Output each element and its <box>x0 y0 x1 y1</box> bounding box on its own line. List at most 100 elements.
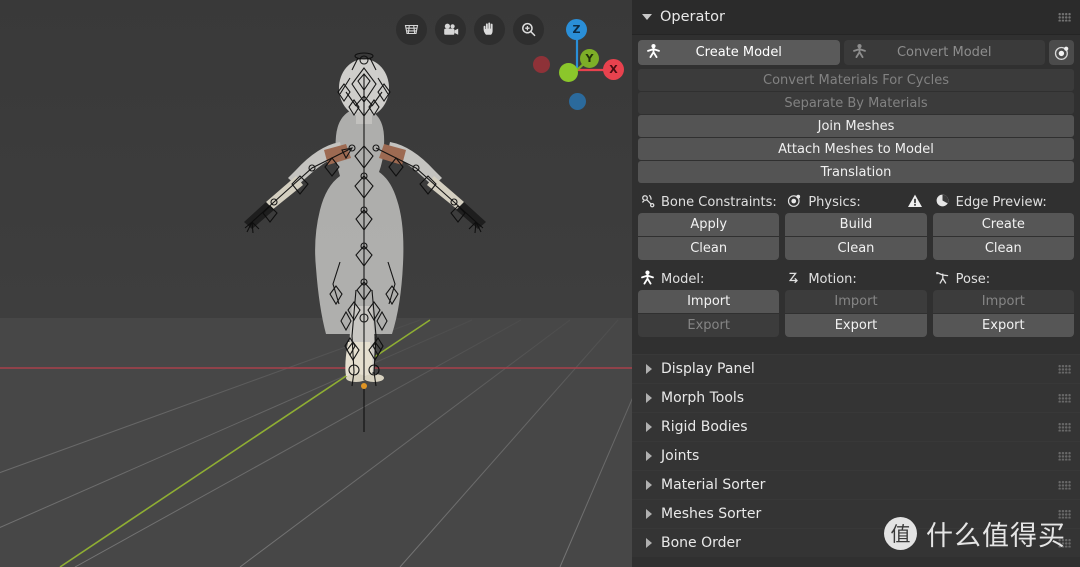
operator-panel-header[interactable]: Operator <box>632 0 1080 35</box>
panel-row-meshes-sorter[interactable]: Meshes Sorter <box>632 499 1080 528</box>
operator-panel-title: Operator <box>660 9 725 25</box>
chevron-right-icon[interactable] <box>646 451 652 461</box>
grip-dots-icon[interactable] <box>1058 480 1071 490</box>
edge-preview-group: Edge Preview: Create Clean <box>932 192 1074 260</box>
chevron-down-icon[interactable] <box>642 14 652 20</box>
viewport-tool-buttons[interactable] <box>396 14 544 45</box>
toggle-orthographic-icon[interactable] <box>396 14 427 45</box>
physics-build-button[interactable]: Build <box>785 213 927 236</box>
3d-viewport[interactable]: Z Y X <box>0 0 632 567</box>
model-import-button[interactable]: Import <box>638 290 780 313</box>
chevron-right-icon[interactable] <box>646 422 652 432</box>
navigation-gizmo[interactable]: Z Y X <box>525 8 632 118</box>
gizmo-axis-neg-y[interactable] <box>559 63 578 82</box>
chevron-right-icon[interactable] <box>646 480 652 490</box>
model-mode-switch[interactable]: Create Model Convert Model <box>638 40 1074 65</box>
gizmo-axis-neg-z[interactable] <box>569 93 586 110</box>
convert-model-label: Convert Model <box>896 45 992 60</box>
pose-import-button[interactable]: Import <box>932 290 1074 313</box>
gizmo-axis-z[interactable]: Z <box>566 19 587 40</box>
panel-row-label: Joints <box>661 448 700 464</box>
grip-dots-icon[interactable] <box>1058 538 1071 548</box>
operation-button[interactable]: Translation <box>638 161 1074 183</box>
create-model-label: Create Model <box>695 45 782 60</box>
pan-view-icon[interactable] <box>474 14 505 45</box>
edge-preview-label: Edge Preview: <box>955 194 1047 210</box>
motion-io-header: Motion: <box>785 269 926 289</box>
tool-groups: Bone Constraints: Apply Clean Physics: B… <box>638 192 1074 260</box>
grip-dots-icon[interactable] <box>1058 364 1071 374</box>
pose-icon <box>935 270 950 289</box>
gizmo-axis-y[interactable]: Y <box>580 49 599 68</box>
collapsed-panel-list: Display Panel Morph Tools Rigid Bodies J… <box>632 354 1080 557</box>
physics-icon <box>787 193 802 212</box>
chevron-right-icon[interactable] <box>646 393 652 403</box>
bone-constraints-apply-button[interactable]: Apply <box>638 213 780 236</box>
grip-dots-icon[interactable] <box>1058 393 1071 403</box>
gizmo-axis-x[interactable]: X <box>603 59 624 80</box>
physics-toggle-button[interactable] <box>1049 40 1074 65</box>
model-io-header: Model: <box>638 269 779 289</box>
edge-preview-header: Edge Preview: <box>933 192 1074 212</box>
panel-row-joints[interactable]: Joints <box>632 441 1080 470</box>
pose-export-button[interactable]: Export <box>932 314 1074 337</box>
grip-dots-icon[interactable] <box>1058 509 1071 519</box>
gizmo-axis-neg-x[interactable] <box>533 56 550 73</box>
panel-row-label: Bone Order <box>661 535 741 551</box>
pose-io-group: Pose: Import Export <box>932 269 1074 337</box>
panel-row-bone-order[interactable]: Bone Order <box>632 528 1080 557</box>
bone-constraints-label: Bone Constraints: <box>661 194 777 210</box>
bone-constraints-group: Bone Constraints: Apply Clean <box>638 192 780 260</box>
warning-triangle-icon <box>907 193 923 213</box>
grip-dots-icon[interactable] <box>1058 422 1071 432</box>
panel-row-label: Display Panel <box>661 361 755 377</box>
motion-export-button[interactable]: Export <box>785 314 927 337</box>
panel-row-material-sorter[interactable]: Material Sorter <box>632 470 1080 499</box>
armature-icon <box>640 270 655 289</box>
panel-row-label: Rigid Bodies <box>661 419 748 435</box>
model-io-group: Model: Import Export <box>638 269 780 337</box>
operator-panel-body: Create Model Convert Model Convert Mater… <box>632 35 1080 341</box>
bone-constraints-header: Bone Constraints: <box>638 192 779 212</box>
motion-import-button[interactable]: Import <box>785 290 927 313</box>
pose-io-header: Pose: <box>933 269 1074 289</box>
armature-icon <box>646 43 661 62</box>
physics-clean-button[interactable]: Clean <box>785 237 927 260</box>
panel-row-label: Morph Tools <box>661 390 745 406</box>
create-model-button[interactable]: Create Model <box>638 40 840 65</box>
operation-button[interactable]: Convert Materials For Cycles <box>638 69 1074 91</box>
physics-group: Physics: Build Clean <box>785 192 927 260</box>
edge-preview-clean-button[interactable]: Clean <box>932 237 1074 260</box>
motion-curve-icon <box>787 270 802 289</box>
chevron-right-icon[interactable] <box>646 538 652 548</box>
io-groups: Model: Import Export Motion: Import Expo… <box>638 269 1074 337</box>
model-io-label: Model: <box>661 271 705 287</box>
properties-panel: Operator Create Model Convert Model Conv… <box>632 0 1080 567</box>
chevron-right-icon[interactable] <box>646 364 652 374</box>
grip-dots-icon[interactable] <box>1058 451 1071 461</box>
physics-icon <box>1054 46 1068 60</box>
panel-row-rigid-bodies[interactable]: Rigid Bodies <box>632 412 1080 441</box>
blender-mmd-tools-window: Z Y X Operator Create Model Convert Mode… <box>0 0 1080 567</box>
chevron-right-icon[interactable] <box>646 509 652 519</box>
camera-view-icon[interactable] <box>435 14 466 45</box>
convert-model-button[interactable]: Convert Model <box>843 40 1045 65</box>
operation-button[interactable]: Join Meshes <box>638 115 1074 137</box>
armature-icon <box>852 43 867 62</box>
pose-io-label: Pose: <box>955 271 991 287</box>
panel-row-label: Meshes Sorter <box>661 506 762 522</box>
operation-button[interactable]: Attach Meshes to Model <box>638 138 1074 160</box>
model-export-button[interactable]: Export <box>638 314 780 337</box>
bone-constraint-icon <box>640 193 655 212</box>
panel-row-display-panel[interactable]: Display Panel <box>632 354 1080 383</box>
grip-dots-icon[interactable] <box>1058 12 1071 22</box>
operation-button-list[interactable]: Convert Materials For Cycles Separate By… <box>638 69 1074 183</box>
bone-constraints-clean-button[interactable]: Clean <box>638 237 780 260</box>
panel-row-morph-tools[interactable]: Morph Tools <box>632 383 1080 412</box>
physics-header: Physics: <box>785 192 926 212</box>
motion-io-group: Motion: Import Export <box>785 269 927 337</box>
character-armature[interactable] <box>240 50 500 440</box>
physics-label: Physics: <box>808 194 861 210</box>
edge-preview-create-button[interactable]: Create <box>932 213 1074 236</box>
operation-button[interactable]: Separate By Materials <box>638 92 1074 114</box>
